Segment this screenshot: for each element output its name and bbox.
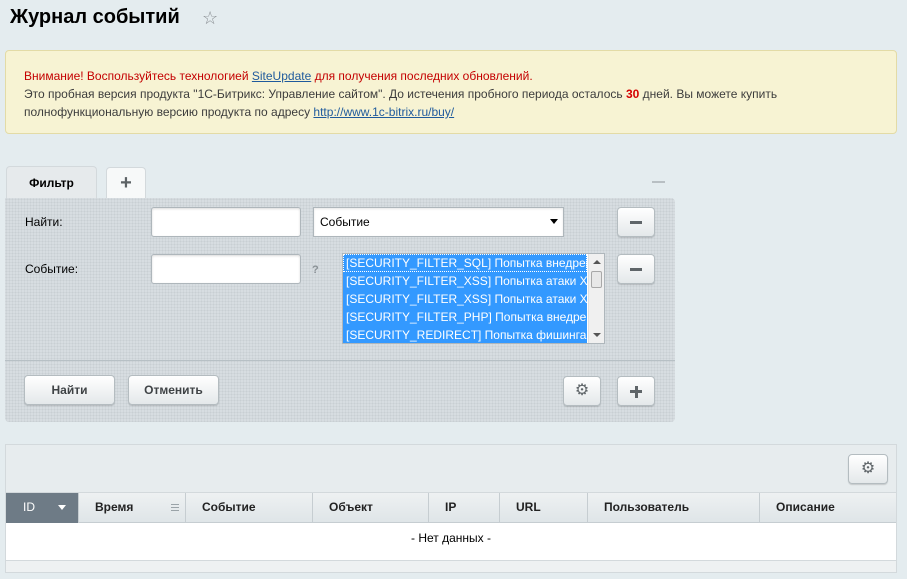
find-label: Найти: bbox=[25, 215, 63, 229]
page-title: Журнал событий bbox=[10, 6, 180, 28]
scroll-down-icon[interactable] bbox=[593, 333, 601, 337]
column-header-ip[interactable]: IP bbox=[429, 493, 500, 523]
remove-event-row-button[interactable] bbox=[617, 254, 655, 284]
drag-handle-icon[interactable] bbox=[171, 504, 179, 511]
empty-grid-message: - Нет данных - bbox=[411, 531, 491, 545]
find-button[interactable]: Найти bbox=[24, 375, 115, 405]
chevron-down-icon bbox=[550, 219, 558, 224]
trial-days-count: 30 bbox=[625, 87, 640, 101]
events-grid: ⚙ ID Время Событие Объект IP URL Пользов… bbox=[5, 444, 897, 573]
listbox-option[interactable]: [SECURITY_FILTER_PHP] Попытка внедрения … bbox=[343, 308, 587, 326]
collapse-filter-icon[interactable] bbox=[652, 181, 665, 183]
listbox-scrollbar[interactable] bbox=[588, 254, 604, 343]
column-header-label: Описание bbox=[776, 500, 835, 514]
column-header-label: Пользователь bbox=[604, 500, 690, 514]
scroll-thumb[interactable] bbox=[591, 271, 602, 288]
listbox-option[interactable]: [SECURITY_FILTER_XSS] Попытка атаки XSS bbox=[343, 272, 587, 290]
column-header-user[interactable]: Пользователь bbox=[588, 493, 760, 523]
update-notice: Внимание! Воспользуйтесь технологией Sit… bbox=[5, 50, 897, 134]
event-label: Событие: bbox=[25, 262, 79, 276]
column-header-event[interactable]: Событие bbox=[186, 493, 313, 523]
column-header-url[interactable]: URL bbox=[500, 493, 588, 523]
minus-icon bbox=[630, 221, 642, 224]
add-filter-field-button[interactable] bbox=[617, 376, 655, 406]
column-header-label: Событие bbox=[202, 500, 256, 514]
find-field-select-value: Событие bbox=[320, 215, 370, 229]
column-header-object[interactable]: Объект bbox=[313, 493, 429, 523]
filter-panel: Найти: Событие Событие: ? [SECURITY_FILT… bbox=[5, 198, 675, 422]
scroll-up-icon[interactable] bbox=[593, 260, 601, 264]
column-header-time[interactable]: Время bbox=[79, 493, 186, 523]
gear-icon: ⚙ bbox=[574, 382, 590, 399]
column-header-label: Объект bbox=[329, 500, 373, 514]
notice-trial-text-1: Это пробная версия продукта "1С-Битрикс:… bbox=[24, 87, 626, 101]
column-header-description[interactable]: Описание bbox=[760, 493, 896, 523]
listbox-option[interactable]: [SECURITY_REDIRECT] Попытка фишинга bbox=[343, 326, 587, 343]
column-header-label: IP bbox=[445, 500, 457, 514]
tab-filter[interactable]: Фильтр bbox=[6, 166, 97, 198]
column-header-label: URL bbox=[516, 500, 541, 514]
siteupdate-link[interactable]: SiteUpdate bbox=[252, 69, 311, 83]
add-filter-tab-button[interactable]: + bbox=[106, 167, 146, 198]
filter-settings-button[interactable]: ⚙ bbox=[563, 376, 601, 406]
grid-header: ID Время Событие Объект IP URL Пользоват… bbox=[6, 493, 896, 523]
filter-divider bbox=[5, 360, 675, 361]
listbox-option[interactable]: [SECURITY_FILTER_XSS] Попытка атаки XSS bbox=[343, 290, 587, 308]
cancel-button[interactable]: Отменить bbox=[128, 375, 219, 405]
find-input[interactable] bbox=[151, 207, 301, 237]
favorite-star-icon[interactable]: ☆ bbox=[202, 8, 218, 28]
event-type-listbox[interactable]: [SECURITY_FILTER_SQL] Попытка внедрения … bbox=[342, 253, 605, 344]
notice-warning-line: Внимание! Воспользуйтесь технологией Sit… bbox=[24, 67, 878, 85]
listbox-option[interactable]: [SECURITY_FILTER_SQL] Попытка внедрения … bbox=[343, 254, 587, 272]
grid-footer bbox=[6, 560, 896, 572]
sort-desc-icon bbox=[58, 505, 66, 510]
column-header-id[interactable]: ID bbox=[6, 493, 79, 523]
minus-icon bbox=[630, 268, 642, 271]
find-field-select[interactable]: Событие bbox=[313, 207, 564, 237]
remove-find-row-button[interactable] bbox=[617, 207, 655, 237]
grid-settings-button[interactable]: ⚙ bbox=[848, 454, 888, 484]
grid-toolbar: ⚙ bbox=[6, 445, 896, 493]
event-input[interactable] bbox=[151, 254, 301, 284]
gear-icon: ⚙ bbox=[860, 460, 876, 477]
notice-trial-line: Это пробная версия продукта "1С-Битрикс:… bbox=[24, 85, 878, 121]
help-icon[interactable]: ? bbox=[312, 264, 319, 276]
notice-warning-suffix: для получения последних обновлений. bbox=[311, 69, 533, 83]
notice-warning-prefix: Внимание! Воспользуйтесь технологией bbox=[24, 69, 252, 83]
column-header-label: Время bbox=[95, 500, 134, 514]
column-header-label: ID bbox=[23, 500, 35, 514]
buy-link[interactable]: http://www.1c-bitrix.ru/buy/ bbox=[313, 105, 454, 119]
